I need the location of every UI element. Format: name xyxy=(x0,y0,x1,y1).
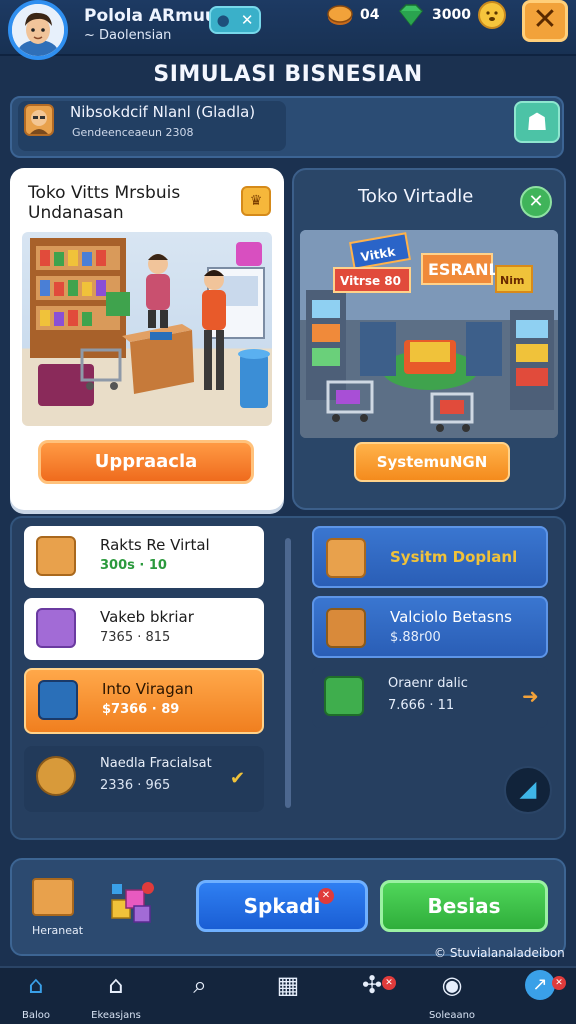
business-owner-icon xyxy=(24,104,54,136)
nav-item-store[interactable]: ⌂ Ekeasjans xyxy=(86,970,146,1021)
crate-icon xyxy=(326,608,366,648)
money-bag-icon xyxy=(36,756,76,796)
check-icon: ✔ xyxy=(230,768,246,789)
list-item-title: Valciolo Betasns xyxy=(390,608,512,626)
store-card-left-title: Toko Vitts Mrsbuis Undanasan xyxy=(28,183,181,223)
list-item[interactable]: Rakts Re Virtal 300s · 10 xyxy=(24,526,264,588)
status-toggle-icon[interactable]: ● ✕ xyxy=(209,6,261,34)
business-subtitle: Gendeenceaeun 2308 xyxy=(72,126,194,139)
list-item-value: 7.666 · 11 xyxy=(388,698,455,713)
business-name: Nibsokdcif Nlanl (Gladla) xyxy=(70,103,256,121)
package-icon xyxy=(36,608,76,648)
list-item[interactable]: Vakeb bkriar 7365 · 815 xyxy=(24,598,264,660)
list-item[interactable]: Sysitm Doplanl xyxy=(312,526,548,588)
gem-icon xyxy=(398,4,424,27)
sign-2: Vitrse 80 xyxy=(340,274,401,288)
list-item-title: Naedla Fracialsat xyxy=(100,756,212,771)
avatar-face-icon xyxy=(12,4,64,56)
gem-count: 3000 xyxy=(432,7,471,23)
spkadi-button[interactable]: Spkadi xyxy=(196,880,368,932)
notification-badge: ✕ xyxy=(318,888,334,904)
nav-label: Baloo xyxy=(21,1010,50,1021)
smiley-icon[interactable] xyxy=(478,1,506,29)
house-outline-icon: ⌂ xyxy=(108,971,124,999)
monitor-icon xyxy=(38,680,78,720)
scrollbar-thumb[interactable] xyxy=(285,538,291,808)
gift-box-icon xyxy=(324,676,364,716)
map-icon: ▦ xyxy=(276,971,300,999)
store-card-right-title: Toko Virtadle xyxy=(358,186,474,207)
upgrade-button[interactable]: Uppraacla xyxy=(38,440,254,484)
trend-icon: ↗ xyxy=(525,970,555,1000)
close-button[interactable]: ✕ xyxy=(522,0,568,42)
besias-button[interactable]: Besias xyxy=(380,880,548,932)
list-item-value: $.88r00 xyxy=(390,630,441,645)
close-icon: ✕ xyxy=(532,2,558,37)
chevron-right-icon[interactable]: ➜ xyxy=(522,684,539,708)
box-icon[interactable] xyxy=(32,878,74,916)
pen-icon: ◢ xyxy=(519,777,537,802)
list-item[interactable]: Into Viragan $7366 · 89 xyxy=(24,668,264,734)
nav-item-map[interactable]: ▦ xyxy=(258,970,318,1000)
nav-badge: ✕ xyxy=(552,976,566,990)
nav-badge: ✕ xyxy=(382,976,396,990)
nav-item-target[interactable]: ◉ Soleaano xyxy=(422,970,482,1021)
profile-settings-button[interactable]: ☗ xyxy=(514,101,560,143)
list-item-title: Vakeb bkriar xyxy=(100,608,194,626)
player-name: Polola ARmuud xyxy=(84,6,230,26)
page-title: SIMULASI BISNESIAN xyxy=(153,62,423,87)
box-icon xyxy=(326,538,366,578)
list-item-value: 7365 · 815 xyxy=(100,630,171,645)
list-item-value: 2336 · 965 xyxy=(100,778,171,793)
list-item-title: Into Viragan xyxy=(102,680,194,698)
list-item[interactable]: Oraenr dalic 7.666 · 11 xyxy=(312,666,548,728)
list-item[interactable]: Valciolo Betasns $.88r00 xyxy=(312,596,548,658)
player-subtitle: ~ Daolensian xyxy=(84,28,172,43)
player-avatar[interactable] xyxy=(8,0,68,60)
list-item-title: Sysitm Doplanl xyxy=(390,548,518,566)
search-icon: ⌕ xyxy=(193,971,207,999)
box-icon xyxy=(36,536,76,576)
sign-3: ESRANL xyxy=(428,260,499,279)
box-label: Heraneat xyxy=(32,924,84,937)
system-button[interactable]: SystemuNGN xyxy=(354,442,510,482)
list-item-title: Oraenr dalic xyxy=(388,676,468,691)
sign-4: Nim xyxy=(500,274,524,287)
target-icon: ◉ xyxy=(441,971,463,999)
person-icon: ☗ xyxy=(526,108,548,136)
home-icon: ⌂ xyxy=(28,971,44,999)
coin-icon xyxy=(327,5,353,25)
nav-label: Soleaano xyxy=(428,1010,476,1021)
list-item[interactable]: Naedla Fracialsat 2336 · 965 ✔ xyxy=(24,746,264,812)
edit-fab-button[interactable]: ◢ xyxy=(504,766,552,814)
list-item-value: 300s · 10 xyxy=(100,558,167,573)
close-circle-icon[interactable]: ✕ xyxy=(520,186,552,218)
coin-count: 04 xyxy=(360,7,380,23)
virtual-store-illustration: Vitkk Vitrse 80 ESRANL Nim xyxy=(300,230,558,438)
nav-item-search[interactable]: ⌕ xyxy=(170,970,230,1000)
blocks-icon[interactable] xyxy=(108,880,156,926)
crown-badge-icon: ♛ xyxy=(241,186,271,216)
list-item-title: Rakts Re Virtal xyxy=(100,536,210,554)
nav-item-home[interactable]: ⌂ Baloo xyxy=(6,970,66,1021)
list-item-value: $7366 · 89 xyxy=(102,702,180,717)
store-interior-illustration xyxy=(22,232,272,426)
nav-label: Ekeasjans xyxy=(91,1010,141,1021)
credit-text: © Stuvialanaladeibon xyxy=(434,946,565,960)
